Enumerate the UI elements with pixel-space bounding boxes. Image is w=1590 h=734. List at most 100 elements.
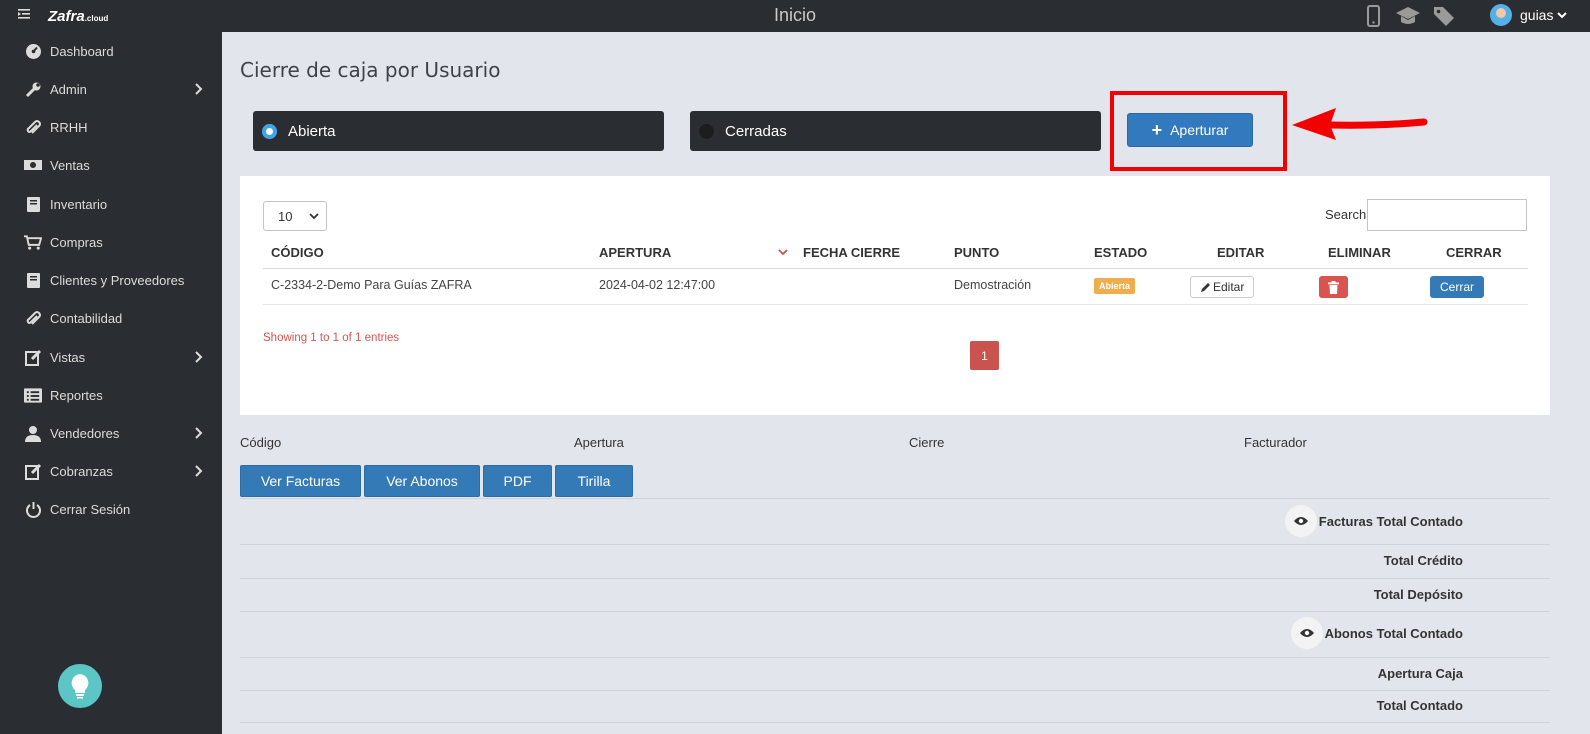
sidebar-item-rrhh[interactable]: RRHH xyxy=(0,109,222,145)
sidebar-item-reportes[interactable]: Reportes xyxy=(0,377,222,413)
divider xyxy=(240,690,1550,691)
edit-icon xyxy=(24,462,42,480)
user-menu[interactable]: guias xyxy=(1490,4,1568,26)
book-icon xyxy=(24,195,42,213)
abonos-total-contado-label: Abonos Total Contado xyxy=(1324,625,1463,641)
aperturar-button[interactable]: + Aperturar xyxy=(1127,113,1253,147)
cerrar-button[interactable]: Cerrar xyxy=(1430,276,1484,298)
sort-desc-icon[interactable] xyxy=(777,248,789,258)
abonos-total-contado-row: Abonos Total Contado xyxy=(1290,617,1463,649)
search-label: Search: xyxy=(1325,207,1370,222)
pagination-page-1[interactable]: 1 xyxy=(970,341,999,370)
edit-button-label: Editar xyxy=(1213,280,1245,294)
plus-icon: + xyxy=(1151,119,1163,140)
sidebar-item-label: Cobranzas xyxy=(50,463,113,479)
column-header-cerrar[interactable]: CERRAR xyxy=(1446,245,1502,260)
arrow-annotation-icon xyxy=(1292,108,1428,140)
page-length-select[interactable]: 10 xyxy=(263,201,327,231)
total-deposito-label: Total Depósito xyxy=(1373,587,1463,602)
divider xyxy=(240,578,1550,579)
pdf-button[interactable]: PDF xyxy=(483,465,552,497)
chevron-down-icon xyxy=(1557,12,1568,19)
sidebar-item-clientes-proveedores[interactable]: Clientes y Proveedores xyxy=(0,262,222,298)
sidebar-item-contabilidad[interactable]: Contabilidad xyxy=(0,300,222,336)
sidebar-item-label: Contabilidad xyxy=(50,310,123,326)
sidebar-item-cobranzas[interactable]: Cobranzas xyxy=(0,453,222,489)
avatar xyxy=(1490,4,1512,26)
info-apertura-label: Apertura xyxy=(574,435,624,450)
tab-cerradas[interactable]: Cerradas xyxy=(690,111,1101,151)
sidebar-item-admin[interactable]: Admin xyxy=(0,71,222,107)
info-facturador-label: Facturador xyxy=(1244,435,1307,450)
user-icon xyxy=(24,424,42,442)
aperturar-label: Aperturar xyxy=(1170,122,1229,138)
sidebar-item-label: RRHH xyxy=(50,119,88,135)
sidebar: Dashboard Admin RRHH Ventas Inventario C… xyxy=(0,32,222,734)
ver-abonos-button[interactable]: Ver Abonos xyxy=(364,465,480,497)
chevron-right-icon xyxy=(195,351,203,363)
column-header-apertura[interactable]: APERTURA xyxy=(599,245,671,260)
pencil-icon xyxy=(1201,282,1210,292)
sidebar-item-label: Dashboard xyxy=(50,43,114,59)
radio-selected-icon xyxy=(262,123,277,139)
sidebar-item-vendedores[interactable]: Vendedores xyxy=(0,415,222,451)
sidebar-item-label: Cerrar Sesión xyxy=(50,501,131,517)
sidebar-item-compras[interactable]: Compras xyxy=(0,224,222,260)
tab-abierta[interactable]: Abierta xyxy=(253,111,664,151)
brand-logo[interactable]: Zafra.cloud xyxy=(48,8,108,25)
sidebar-item-label: Inventario xyxy=(50,196,108,212)
sidebar-item-label: Ventas xyxy=(50,157,90,173)
delete-button[interactable] xyxy=(1319,276,1348,298)
trash-icon xyxy=(1328,280,1339,294)
graduation-cap-icon[interactable] xyxy=(1395,4,1421,28)
sidebar-item-inventario[interactable]: Inventario xyxy=(0,186,222,222)
help-lightbulb-button[interactable] xyxy=(58,664,102,708)
cell-apertura: 2024-04-02 12:47:00 xyxy=(599,278,716,292)
ver-facturas-button[interactable]: Ver Facturas xyxy=(240,465,361,497)
paperclip-icon xyxy=(24,118,42,136)
divider xyxy=(240,544,1550,545)
search-input[interactable] xyxy=(1367,199,1527,231)
sidebar-item-label: Vendedores xyxy=(50,425,120,441)
eye-icon[interactable] xyxy=(1284,505,1317,537)
total-contado-label: Total Contado xyxy=(1376,698,1463,713)
column-header-punto[interactable]: PUNTO xyxy=(954,245,999,260)
tirilla-button[interactable]: Tirilla xyxy=(555,465,633,497)
divider xyxy=(240,498,1550,499)
sidebar-item-label: Vistas xyxy=(50,349,86,365)
table-header: CÓDIGO APERTURA FECHA CIERRE PUNTO ESTAD… xyxy=(263,236,1528,269)
total-credito-label: Total Crédito xyxy=(1383,553,1463,568)
column-header-editar[interactable]: EDITAR xyxy=(1217,245,1264,260)
column-header-codigo[interactable]: CÓDIGO xyxy=(271,245,324,260)
mobile-icon[interactable] xyxy=(1360,4,1386,28)
sidebar-item-cerrar-sesion[interactable]: Cerrar Sesión xyxy=(0,491,222,527)
column-header-fecha-cierre[interactable]: FECHA CIERRE xyxy=(803,245,900,260)
info-codigo-label: Código xyxy=(240,435,282,450)
shopping-cart-icon xyxy=(24,233,42,251)
edit-button[interactable]: Editar xyxy=(1190,276,1255,298)
column-header-estado[interactable]: ESTADO xyxy=(1094,245,1147,260)
chevron-right-icon xyxy=(195,83,203,95)
paperclip-icon xyxy=(24,309,42,327)
facturas-total-contado-label: Facturas Total Contado xyxy=(1318,513,1463,529)
sidebar-item-dashboard[interactable]: Dashboard xyxy=(0,33,222,69)
radio-unselected-icon xyxy=(699,123,714,139)
lightbulb-icon xyxy=(71,674,89,699)
cell-punto: Demostración xyxy=(954,278,1032,292)
page-length-value: 10 xyxy=(278,208,293,224)
tab-cerradas-label: Cerradas xyxy=(725,122,787,140)
eye-icon[interactable] xyxy=(1290,617,1323,649)
tags-icon[interactable] xyxy=(1432,4,1458,28)
sidebar-item-ventas[interactable]: Ventas xyxy=(0,147,222,183)
column-header-eliminar[interactable]: ELIMINAR xyxy=(1328,245,1391,260)
table-panel: 10 Search: CÓDIGO APERTURA FECHA CIERRE … xyxy=(240,176,1550,415)
chevron-right-icon xyxy=(195,427,203,439)
table-row: C-2334-2-Demo Para Guías ZAFRA 2024-04-0… xyxy=(263,269,1528,305)
sidebar-item-vistas[interactable]: Vistas xyxy=(0,339,222,375)
edit-icon xyxy=(24,348,42,366)
page-title: Cierre de caja por Usuario xyxy=(240,58,501,82)
wrench-icon xyxy=(24,80,42,98)
menu-toggle-icon[interactable] xyxy=(18,8,32,22)
table-info: Showing 1 to 1 of 1 entries xyxy=(263,332,400,344)
power-icon xyxy=(24,500,42,518)
